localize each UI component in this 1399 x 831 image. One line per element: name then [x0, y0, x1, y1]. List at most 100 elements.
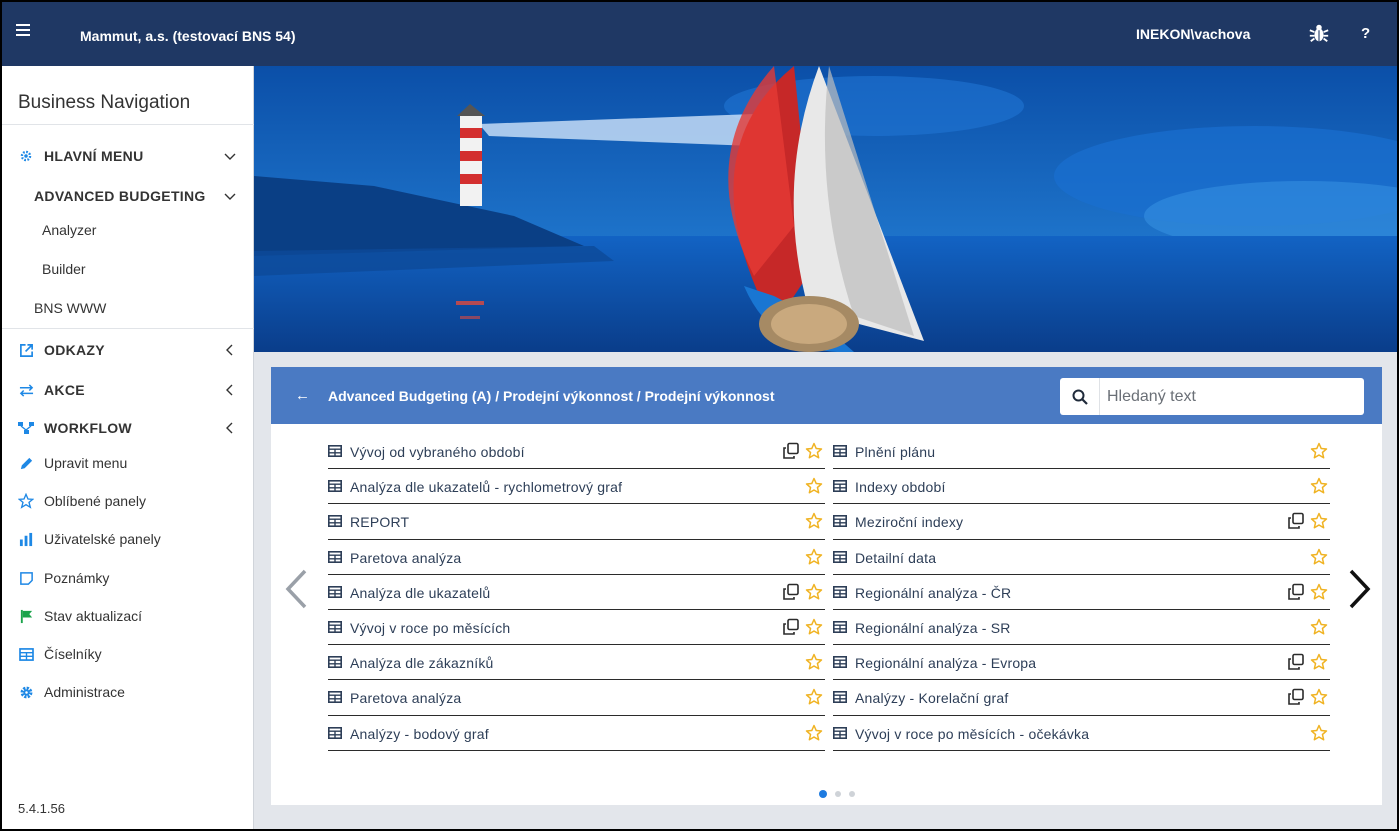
favorite-star-icon[interactable]: [805, 724, 823, 742]
list-item[interactable]: Analýza dle ukazatelů: [328, 575, 825, 610]
copy-icon[interactable]: [782, 442, 800, 460]
favorite-star-icon[interactable]: [1310, 442, 1328, 460]
favorite-star-icon[interactable]: [805, 548, 823, 566]
table-icon: [833, 656, 847, 669]
favorite-star-icon[interactable]: [805, 688, 823, 706]
user-name[interactable]: INEKON\vachova: [1136, 26, 1250, 42]
list-item-label: Vývoj v roce po měsících - očekávka: [855, 725, 1090, 742]
list-item[interactable]: Vývoj v roce po měsících: [328, 610, 825, 646]
sidebar-item-builder[interactable]: Builder: [2, 251, 254, 287]
search-input[interactable]: [1107, 385, 1347, 409]
list-item[interactable]: Regionální analýza - Evropa: [833, 645, 1330, 681]
panel-list-right: Plnění plánu Indexy období Meziroční index…: [833, 434, 1330, 751]
sidebar-item-advanced-budgeting[interactable]: ADVANCED BUDGETING: [2, 178, 254, 214]
star-outline-icon: [18, 493, 34, 509]
list-item[interactable]: Analýza dle zákazníků: [328, 645, 825, 681]
table-icon: [328, 445, 342, 457]
sidebar-item-analyzer[interactable]: Analyzer: [2, 212, 254, 248]
hamburger-menu-icon[interactable]: [16, 24, 30, 36]
list-item[interactable]: Analýzy - Korelační graf: [833, 680, 1330, 716]
list-item[interactable]: REPORT: [328, 504, 825, 540]
favorite-star-icon[interactable]: [1310, 618, 1328, 636]
chevron-left-icon: [226, 384, 233, 396]
chevron-left-icon[interactable]: [283, 569, 309, 609]
swap-icon: [18, 382, 34, 398]
page-dot[interactable]: [849, 791, 855, 797]
sidebar-item-oblibene-panely[interactable]: Oblíbené panely: [2, 483, 254, 519]
copy-icon[interactable]: [1287, 688, 1305, 706]
copy-icon[interactable]: [782, 618, 800, 636]
sidebar-item-label: WORKFLOW: [44, 420, 132, 436]
page-indicator: [819, 790, 855, 798]
list-item[interactable]: Analýza dle ukazatelů - rychlometrový gr…: [328, 469, 825, 505]
page-dot[interactable]: [819, 790, 827, 798]
favorite-star-icon[interactable]: [805, 618, 823, 636]
list-item[interactable]: Vývoj od vybraného období: [328, 434, 825, 470]
table-icon: [328, 550, 342, 563]
list-item[interactable]: Detailní data: [833, 540, 1330, 575]
sidebar-item-bns-www[interactable]: BNS WWW: [2, 290, 254, 326]
bug-report-icon[interactable]: [1308, 22, 1330, 44]
list-item[interactable]: Plnění plánu: [833, 434, 1330, 470]
list-item-label: Regionální analýza - SR: [855, 619, 1011, 636]
settings-icon: [18, 684, 34, 700]
sidebar-item-workflow[interactable]: WORKFLOW: [2, 410, 254, 446]
sidebar-item-label: ODKAZY: [44, 342, 105, 358]
favorite-star-icon[interactable]: [1310, 688, 1328, 706]
favorite-star-icon[interactable]: [1310, 653, 1328, 671]
table-icon: [328, 691, 342, 704]
search-icon[interactable]: [1060, 378, 1100, 415]
list-item-label: Paretova analýza: [350, 690, 462, 707]
back-arrow-icon[interactable]: ←: [295, 387, 310, 404]
list-item-label: Detailní data: [855, 549, 937, 566]
list-item[interactable]: Paretova analýza: [328, 680, 825, 716]
chevron-down-icon: [224, 153, 236, 160]
sidebar-item-uzivatelske-panely[interactable]: Uživatelské panely: [2, 521, 254, 557]
sidebar-item-label: Upravit menu: [44, 455, 128, 471]
table-icon: [328, 620, 342, 633]
panel-list-left: Vývoj od vybraného období Analýza dle uka…: [328, 434, 825, 751]
favorite-star-icon[interactable]: [1310, 477, 1328, 495]
favorite-star-icon[interactable]: [1310, 512, 1328, 530]
favorite-star-icon[interactable]: [805, 583, 823, 601]
favorite-star-icon[interactable]: [805, 477, 823, 495]
copy-icon[interactable]: [1287, 512, 1305, 530]
list-item[interactable]: Analýzy - bodový graf: [328, 716, 825, 751]
copy-icon[interactable]: [1287, 653, 1305, 671]
list-item-label: Vývoj od vybraného období: [350, 444, 525, 460]
panel-header: ← Advanced Budgeting (A) / Prodejní výko…: [271, 367, 1382, 424]
table-icon: [328, 656, 342, 669]
copy-icon[interactable]: [782, 583, 800, 601]
list-item[interactable]: Vývoj v roce po měsících - očekávka: [833, 716, 1330, 751]
favorite-star-icon[interactable]: [805, 442, 823, 460]
sidebar-item-akce[interactable]: AKCE: [2, 372, 254, 408]
table-icon: [328, 515, 342, 528]
list-item[interactable]: Paretova analýza: [328, 540, 825, 575]
list-item[interactable]: Meziroční indexy: [833, 504, 1330, 540]
sidebar-item-label: Číselníky: [44, 646, 102, 662]
sidebar-item-administrace[interactable]: Administrace: [2, 674, 254, 710]
list-item[interactable]: Regionální analýza - SR: [833, 610, 1330, 646]
sidebar-item-label: BNS WWW: [34, 300, 107, 316]
sidebar-item-poznamky[interactable]: Poznámky: [2, 560, 254, 596]
favorite-star-icon[interactable]: [1310, 724, 1328, 742]
chevron-right-icon[interactable]: [1347, 569, 1373, 609]
list-item[interactable]: Indexy období: [833, 469, 1330, 505]
table-icon: [833, 445, 847, 457]
sidebar-item-label: Stav aktualizací: [44, 608, 143, 624]
page-dot[interactable]: [835, 791, 841, 797]
sidebar-item-stav-aktualizaci[interactable]: Stav aktualizací: [2, 598, 254, 634]
sidebar-item-odkazy[interactable]: ODKAZY: [2, 332, 254, 368]
list-item-label: Meziroční indexy: [855, 514, 964, 531]
table-icon: [328, 585, 342, 598]
copy-icon[interactable]: [1287, 583, 1305, 601]
list-item[interactable]: Regionální analýza - ČR: [833, 575, 1330, 610]
favorite-star-icon[interactable]: [805, 653, 823, 671]
sidebar-item-hlavni-menu[interactable]: HLAVNÍ MENU: [2, 138, 254, 174]
sidebar-item-upravit-menu[interactable]: Upravit menu: [2, 445, 254, 481]
favorite-star-icon[interactable]: [805, 512, 823, 530]
help-button[interactable]: ?: [1361, 25, 1370, 42]
favorite-star-icon[interactable]: [1310, 548, 1328, 566]
sidebar-item-ciselniky[interactable]: Číselníky: [2, 636, 254, 672]
favorite-star-icon[interactable]: [1310, 583, 1328, 601]
